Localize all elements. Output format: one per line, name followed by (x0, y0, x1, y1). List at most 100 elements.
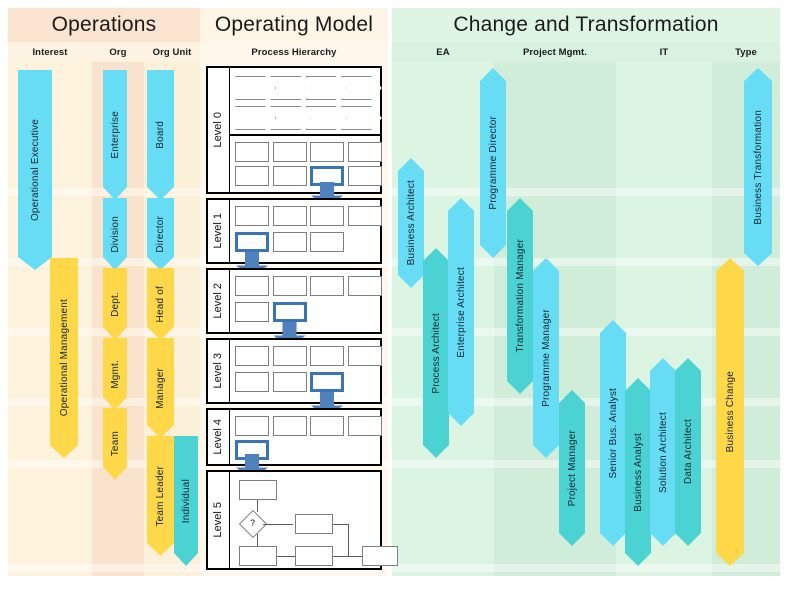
flowchart-connector (333, 524, 349, 526)
column-header-ea: EA (436, 46, 450, 58)
role-arrow[interactable]: Business Analyst (625, 378, 651, 566)
column-header-project-mgmt-: Project Mgmt. (522, 46, 588, 58)
role-arrow-label: Division (109, 215, 121, 253)
role-arrow[interactable]: Transformation Manager (507, 198, 533, 394)
flowchart-decision-label: ? (250, 518, 256, 528)
role-arrow[interactable]: Manager (147, 338, 174, 438)
process-box[interactable] (272, 346, 307, 366)
section-title-change: Change and Transformation (453, 13, 719, 36)
role-arrow-label: Business Transformation (752, 109, 764, 225)
role-arrow[interactable]: Director (147, 198, 174, 270)
flowchart-bottom-left (239, 546, 277, 566)
role-arrow-label: Mgmt. (109, 359, 121, 389)
column-header-type: Type (735, 46, 757, 58)
process-level-label-text: Level 5 (211, 502, 224, 538)
column-header-it: IT (659, 46, 669, 58)
process-box[interactable] (310, 232, 344, 252)
role-arrow-label: Data Architect (682, 419, 694, 485)
role-arrow-label: Business Change (724, 371, 736, 453)
role-arrow[interactable]: Process Architect (423, 248, 449, 458)
process-level-label: Level 5 (206, 470, 230, 570)
process-box[interactable] (347, 276, 382, 296)
process-box[interactable] (310, 206, 344, 226)
process-box-selected[interactable] (235, 232, 269, 252)
role-arrow[interactable]: Operational Executive (18, 70, 52, 270)
process-box[interactable] (272, 372, 307, 392)
process-level-label: Level 4 (206, 408, 230, 466)
process-level-label: Level 2 (206, 268, 230, 334)
process-box[interactable] (235, 416, 269, 436)
role-arrow-label: Team (109, 431, 121, 457)
process-level-label: Level 1 (206, 198, 230, 264)
section-title-operating_model: Operating Model (214, 13, 374, 36)
role-arrow[interactable]: Senior Bus. Analyst (600, 320, 626, 546)
role-arrow[interactable]: Mgmt. (103, 338, 127, 410)
role-arrow-label: Process Architect (430, 312, 442, 394)
flowchart-bottom-mid (295, 546, 333, 566)
role-arrow[interactable]: Project Manager (559, 390, 585, 546)
process-box[interactable] (347, 142, 382, 162)
process-box[interactable] (310, 142, 344, 162)
process-box[interactable] (235, 302, 269, 322)
process-box[interactable] (272, 416, 307, 436)
role-arrow-label: Individual (180, 478, 192, 524)
role-arrow[interactable]: Business Change (716, 258, 744, 566)
process-box-selected[interactable] (272, 302, 307, 322)
role-arrow[interactable]: Team (103, 408, 127, 480)
process-box[interactable] (272, 232, 307, 252)
role-arrow-label: Business Analyst (632, 432, 644, 512)
process-box[interactable] (310, 416, 344, 436)
process-box[interactable] (235, 206, 269, 226)
process-level-label-text: Level 3 (211, 353, 224, 389)
flowchart-connector (257, 500, 259, 512)
role-arrow-label: Operational Executive (29, 118, 41, 222)
role-arrow[interactable]: Individual (174, 436, 198, 566)
process-box[interactable] (272, 166, 307, 186)
role-arrow[interactable]: Enterprise Architect (448, 198, 474, 426)
role-arrow[interactable]: Business Architect (398, 158, 424, 288)
flowchart-connector (333, 556, 363, 558)
role-arrow-label: Board (155, 121, 166, 149)
process-box[interactable] (347, 416, 382, 436)
role-arrow[interactable]: Data Architect (675, 358, 701, 546)
process-box[interactable] (347, 206, 382, 226)
role-arrow-label: Project Manager (566, 429, 578, 507)
process-box-selected[interactable] (310, 372, 344, 392)
role-arrow-label: Enterprise (109, 111, 121, 159)
role-arrow-label: Transformation Manager (514, 239, 526, 353)
role-arrow-label: Programme Manager (540, 309, 552, 407)
role-arrow[interactable]: Enterprise (103, 70, 127, 200)
role-arrow-label: Dept. (109, 291, 121, 317)
role-arrow[interactable]: Solution Architect (650, 358, 676, 546)
role-arrow-label: Senior Bus. Analyst (607, 387, 619, 479)
process-level-divider (230, 134, 382, 136)
flowchart-start (239, 480, 277, 500)
role-arrow[interactable]: Business Transformation (744, 68, 772, 266)
process-level-label-text: Level 2 (211, 283, 224, 319)
role-arrow-label: Solution Architect (657, 411, 669, 493)
process-box[interactable] (235, 142, 269, 162)
process-box[interactable] (235, 346, 269, 366)
role-arrow[interactable]: Operational Management (50, 258, 78, 458)
role-arrow[interactable]: Division (103, 198, 127, 270)
process-box[interactable] (310, 346, 344, 366)
role-arrow[interactable]: Programme Director (480, 68, 506, 258)
role-arrow[interactable]: Dept. (103, 268, 127, 340)
process-box[interactable] (347, 346, 382, 366)
process-box[interactable] (272, 276, 307, 296)
process-box[interactable] (272, 142, 307, 162)
column-header-process-hierarchy: Process Hierarchy (251, 46, 337, 58)
role-arrow[interactable]: Board (147, 70, 174, 200)
role-arrow-label: Business Architect (405, 180, 417, 266)
process-box[interactable] (235, 276, 269, 296)
column-header-org-unit: Org Unit (152, 46, 192, 58)
process-box[interactable] (272, 206, 307, 226)
process-box[interactable] (235, 166, 269, 186)
role-arrow[interactable]: Team Leader (147, 436, 174, 556)
process-box[interactable] (310, 276, 344, 296)
process-box[interactable] (347, 166, 382, 186)
process-level-label: Level 3 (206, 338, 230, 404)
process-box[interactable] (235, 372, 269, 392)
role-arrow[interactable]: Head of (147, 268, 174, 340)
role-arrow[interactable]: Programme Manager (533, 258, 559, 458)
